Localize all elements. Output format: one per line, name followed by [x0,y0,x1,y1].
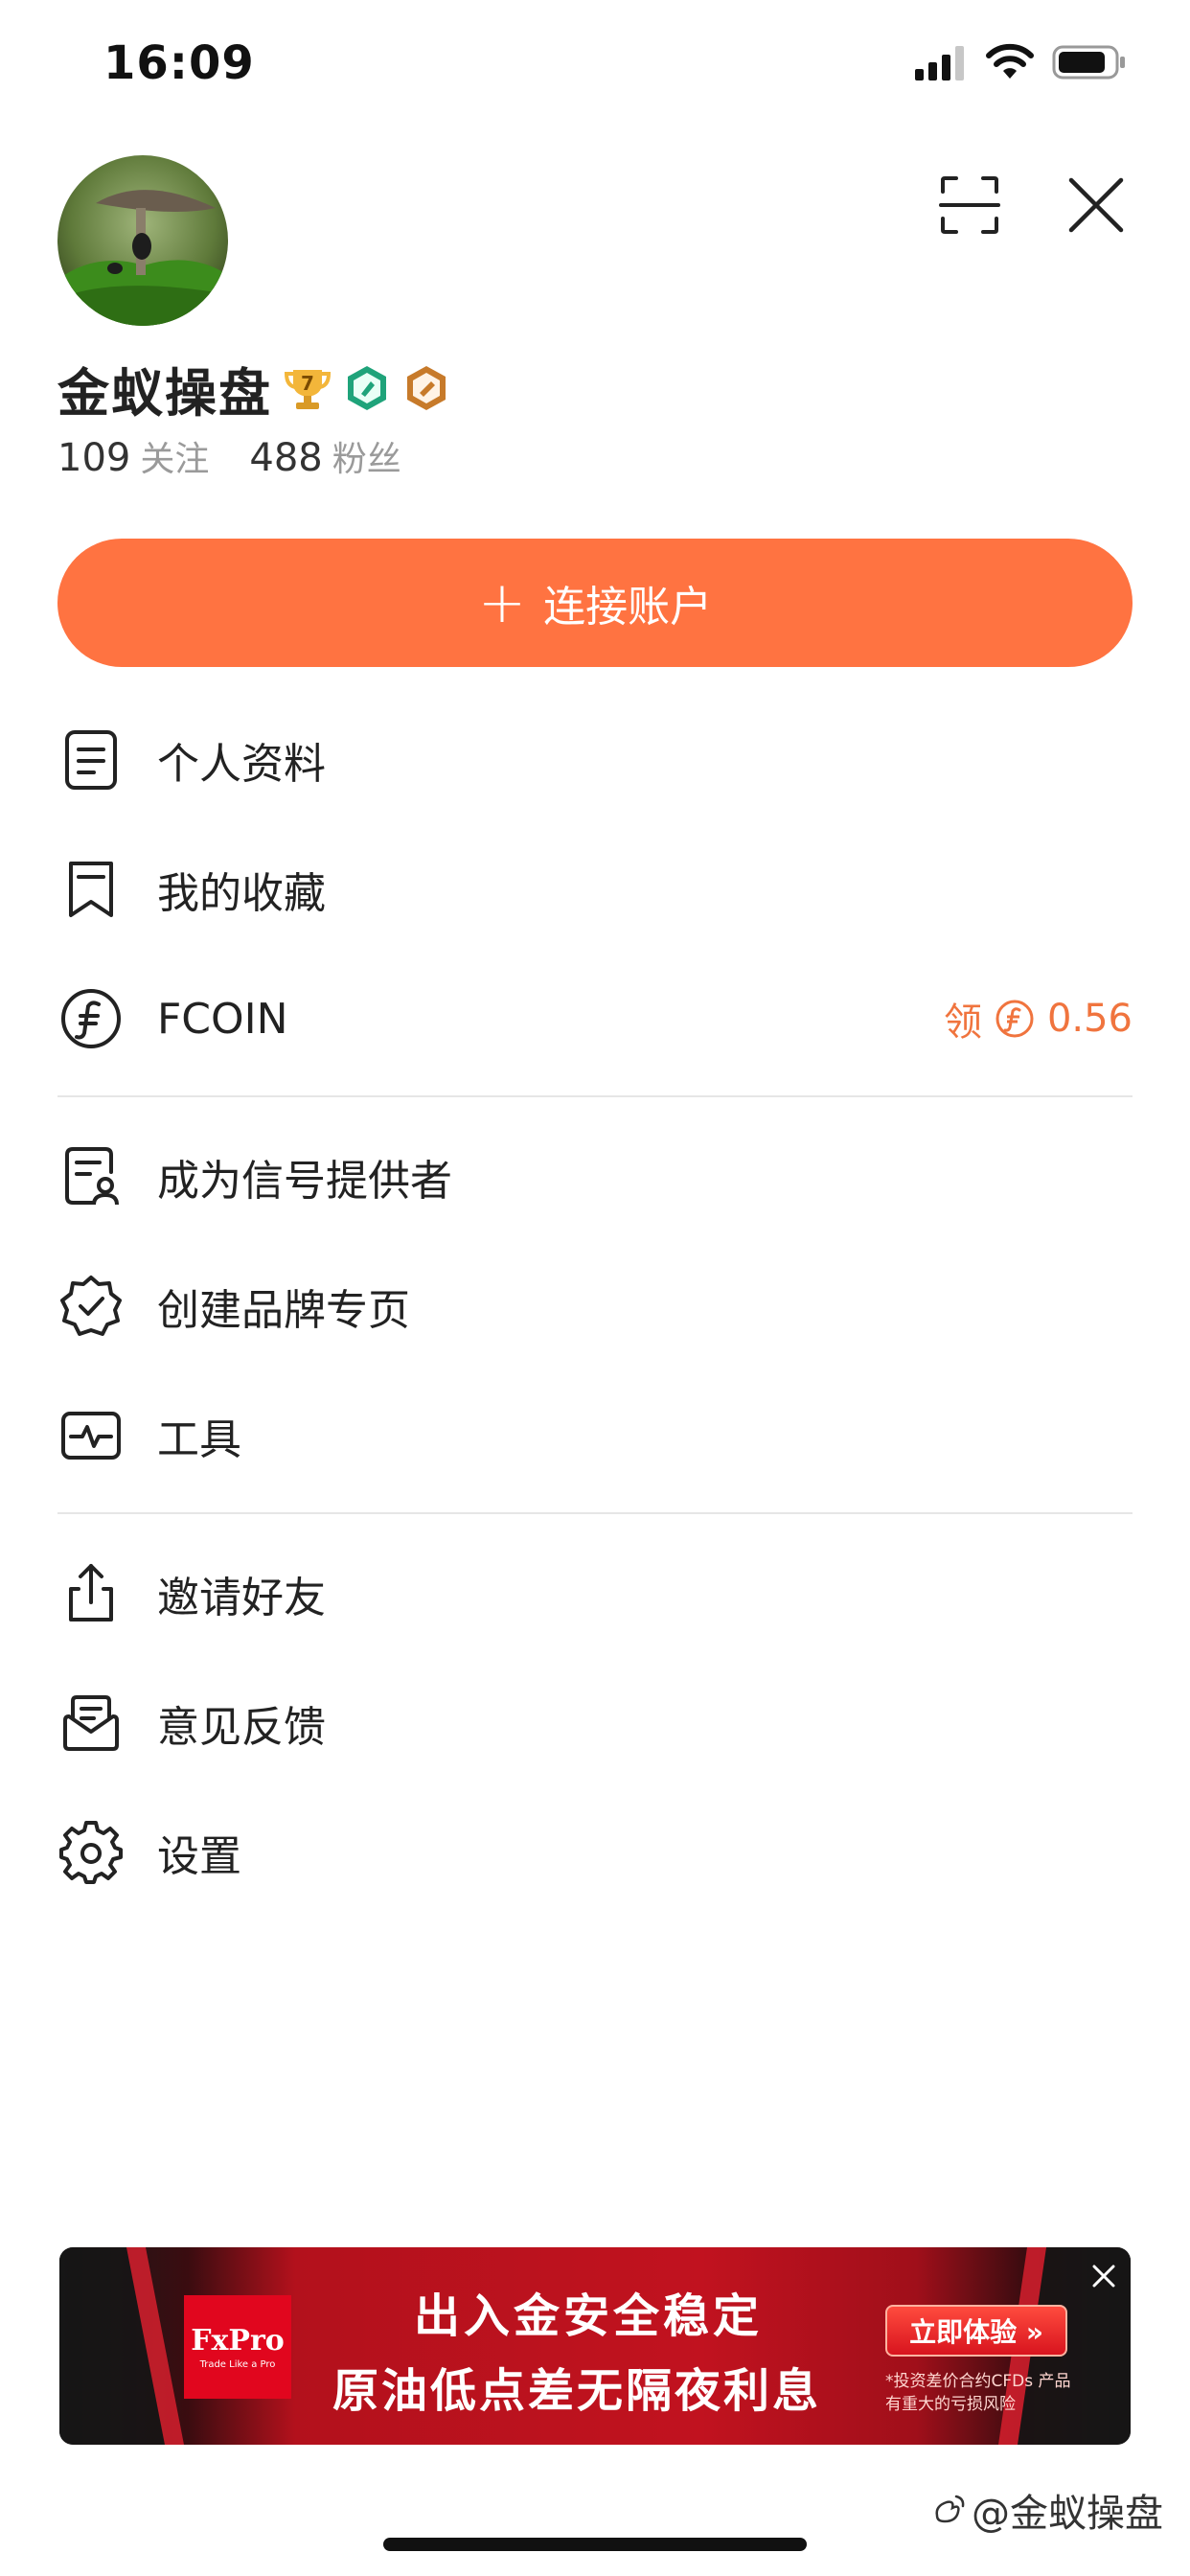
cellular-signal-icon [915,46,964,80]
username: 金蚁操盘 [57,362,272,424]
menu-label: 邀请好友 [157,1574,326,1622]
menu-label: 意见反馈 [157,1703,326,1752]
followers-count[interactable]: 488 [249,436,322,480]
wifi-icon [986,43,1034,79]
menu-item-fcoin[interactable]: FCOIN 领 0.56 [57,961,1133,1076]
menu-label: 成为信号提供者 [157,1157,452,1206]
menu-label: 我的收藏 [157,869,326,918]
menu-item-favorites[interactable]: 我的收藏 [57,832,1133,947]
following-label[interactable]: 关注 [140,431,209,481]
watermark: @金蚁操盘 [929,2482,1163,2538]
green-badge-icon [348,366,386,410]
ad-logo-brand: FxPro [191,2324,285,2358]
ad-headline: 出入金安全稳定 [414,2289,764,2343]
verified-badge-icon [60,1276,122,1336]
fcoin-icon [61,989,121,1048]
ad-subheadline: 原油低点差无隔夜利息 [332,2364,822,2418]
scan-icon[interactable] [937,172,1002,238]
divider [57,1095,1133,1097]
claim-label: 领 [943,1000,982,1045]
username-row: 金蚁操盘 7 [57,355,450,424]
status-time: 16:09 [103,36,255,90]
profile-document-icon [65,730,117,790]
menu-item-invite[interactable]: 邀请好友 [57,1536,1133,1651]
menu-item-tools[interactable]: 工具 [57,1378,1133,1493]
pulse-monitor-icon [61,1412,121,1460]
signal-provider-icon [65,1147,119,1206]
ad-banner[interactable]: FxPro Trade Like a Pro 出入金安全稳定 原油低点差无隔夜利… [59,2247,1131,2445]
status-bar: 16:09 [0,0,1190,129]
gear-icon [59,1821,123,1884]
following-count[interactable]: 109 [57,436,130,480]
menu-label: 设置 [157,1832,241,1881]
fcoin-small-icon [995,1000,1034,1038]
fxpro-logo: FxPro Trade Like a Pro [184,2295,291,2399]
home-indicator[interactable] [383,2538,807,2551]
ad-cta-button[interactable]: 立即体验 » [885,2305,1067,2357]
menu-item-settings[interactable]: 设置 [57,1795,1133,1910]
follow-stats: 109 关注 488 粉丝 [57,431,401,489]
followers-label[interactable]: 粉丝 [332,431,401,481]
avatar[interactable] [57,155,228,326]
fcoin-reward[interactable]: 领 0.56 [944,991,1133,1046]
menu-label: FCOIN [157,994,288,1044]
trophy-level-7-icon: 7 [284,370,332,409]
bookmark-icon [69,862,113,917]
connect-account-button[interactable]: + 连接账户 [57,539,1133,667]
menu-item-brand-page[interactable]: 创建品牌专页 [57,1249,1133,1364]
ad-disclaimer: *投资差价合约CFDs 产品有重大的亏损风险 [885,2372,1071,2414]
fcoin-value: 0.56 [1046,997,1133,1041]
ad-close-icon[interactable] [1087,2259,1121,2293]
menu-label: 个人资料 [157,740,326,789]
bronze-badge-icon [407,366,446,410]
ad-logo-sub: Trade Like a Pro [199,2359,276,2370]
menu-item-profile[interactable]: 个人资料 [57,702,1133,817]
connect-account-label: 连接账户 [543,583,713,632]
menu-item-signal-provider[interactable]: 成为信号提供者 [57,1119,1133,1234]
divider [57,1512,1133,1514]
close-icon[interactable] [1064,172,1129,238]
trophy-level-number: 7 [301,372,314,395]
watermark-text: @金蚁操盘 [972,2492,1163,2536]
menu-item-feedback[interactable]: 意见反馈 [57,1666,1133,1781]
menu-label: 创建品牌专页 [157,1286,410,1335]
share-icon [69,1564,113,1622]
feedback-icon [63,1695,119,1751]
menu-label: 工具 [157,1415,241,1464]
plus-icon: + [477,569,527,636]
weibo-icon [935,2495,965,2523]
battery-icon [1052,45,1125,80]
